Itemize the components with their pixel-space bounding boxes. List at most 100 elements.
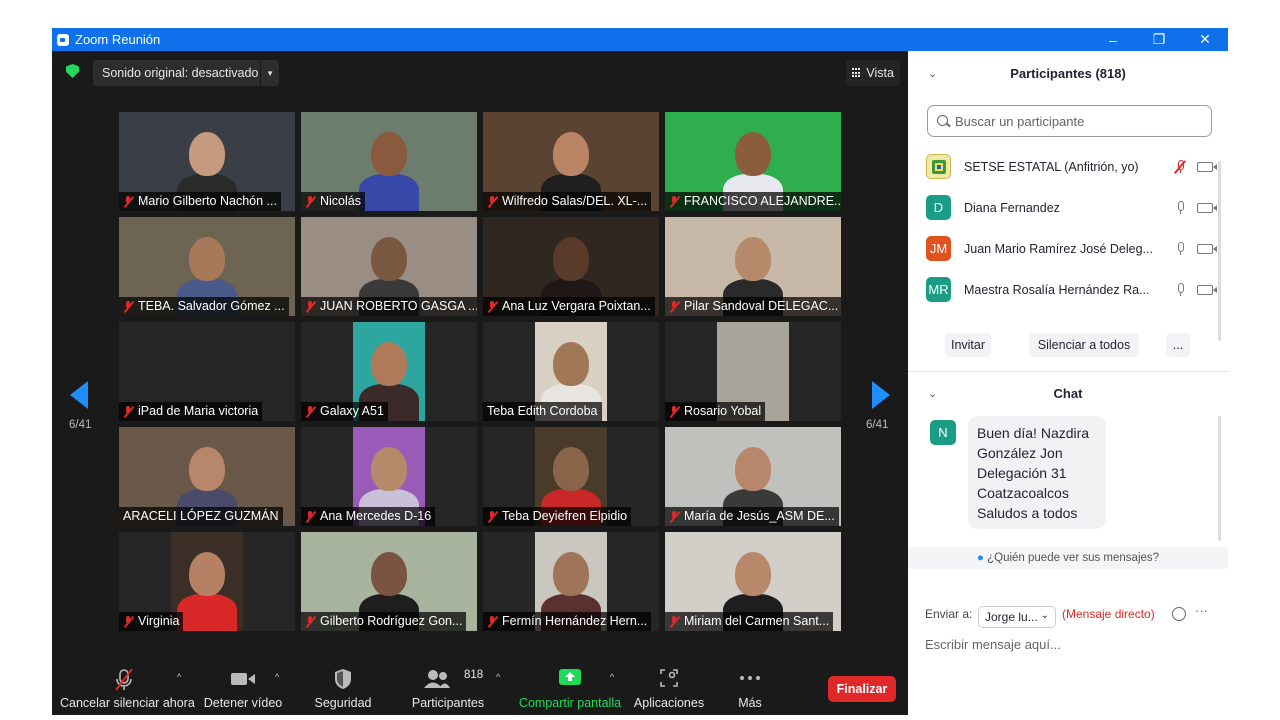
invite-button[interactable]: Invitar	[945, 333, 991, 357]
participant-row[interactable]: JM Juan Mario Ramírez José Deleg...	[926, 228, 1217, 269]
video-tile[interactable]: Gilberto Rodríguez Gon...	[301, 532, 477, 631]
participant-face	[735, 447, 771, 491]
unmute-label: Cancelar silenciar ahora	[60, 696, 195, 710]
video-tile[interactable]: Ana Luz Vergara Poixtan...	[483, 217, 659, 316]
participant-face	[735, 552, 771, 596]
view-button[interactable]: Vista	[846, 60, 900, 86]
emoji-icon[interactable]	[1172, 607, 1186, 621]
microphone-muted-icon	[305, 510, 316, 523]
microphone-muted-icon	[487, 300, 498, 313]
microphone-muted-icon[interactable]	[1174, 159, 1186, 174]
video-tile[interactable]: Fermín Hernández Hern...	[483, 532, 659, 631]
participant-name: Mario Gilberto Nachón ...	[138, 194, 277, 208]
participant-body	[359, 174, 419, 211]
chevron-down-icon[interactable]: ▼	[266, 69, 274, 78]
video-tile[interactable]: iPad de Maria victoria	[119, 322, 295, 421]
close-button[interactable]: ✕	[1182, 28, 1228, 51]
share-screen-button[interactable]: Compartir pantalla	[518, 662, 622, 715]
video-tile[interactable]: Teba Deyiefren Elpidio	[483, 427, 659, 526]
chat-scrollbar[interactable]	[1218, 416, 1221, 541]
zoom-window: Zoom Reunión – ❐ ✕ Sonido original: desa…	[52, 28, 1228, 715]
video-tile[interactable]: Pilar Sandoval DELEGAC...	[665, 217, 841, 316]
end-meeting-button[interactable]: Finalizar	[828, 676, 896, 702]
audio-options-chevron-icon[interactable]: ^	[177, 672, 181, 682]
participant-row-partial[interactable]	[926, 310, 1216, 317]
video-tile[interactable]: Mario Gilberto Nachón ...	[119, 112, 295, 211]
share-options-chevron-icon[interactable]: ^	[610, 672, 614, 682]
video-tile[interactable]: Galaxy A51	[301, 322, 477, 421]
microphone-muted-icon	[487, 510, 498, 523]
microphone-muted-icon	[669, 195, 680, 208]
participants-button[interactable]: 818 Participantes	[404, 662, 492, 715]
recipient-select[interactable]: Jorge lu... ⌄	[978, 606, 1056, 628]
chat-more-icon[interactable]: ···	[1195, 603, 1208, 618]
apps-label: Aplicaciones	[633, 696, 705, 710]
video-tile[interactable]: Nicolás	[301, 112, 477, 211]
message-line: González Jon	[977, 445, 1063, 461]
participant-name: Teba Edith Cordoba	[487, 404, 598, 418]
who-can-see-link[interactable]: ● ¿Quién puede ver sus mensajes?	[908, 547, 1228, 569]
chat-message-input[interactable]: Escribir mensaje aquí...	[925, 637, 1061, 652]
participant-name-label: Ana Mercedes D-16	[301, 507, 436, 526]
microphone-icon[interactable]	[1175, 200, 1185, 215]
participant-name: Galaxy A51	[320, 404, 384, 418]
camera-icon[interactable]	[1197, 243, 1217, 254]
camera-icon[interactable]	[1197, 284, 1217, 295]
original-sound-button[interactable]: Sonido original: desactivado ▼	[93, 60, 279, 86]
participant-name-label: María de Jesús_ASM DE...	[665, 507, 839, 526]
restore-button[interactable]: ❐	[1136, 28, 1182, 51]
participant-name: iPad de Maria victoria	[138, 404, 259, 418]
participant-search-input[interactable]: Buscar un participante	[927, 105, 1212, 137]
setse-logo-icon	[931, 159, 946, 174]
more-button[interactable]: Más	[726, 662, 774, 715]
camera-icon[interactable]	[1197, 161, 1217, 172]
participant-row[interactable]: MR Maestra Rosalía Hernández Ra...	[926, 269, 1217, 310]
participants-icon	[424, 670, 451, 688]
participant-name-label: Nicolás	[301, 192, 365, 211]
camera-icon[interactable]	[1197, 202, 1217, 213]
participant-name-label: JUAN ROBERTO GASGA ...	[301, 297, 477, 316]
previous-page-arrow-icon[interactable]	[70, 381, 88, 409]
mute-all-button[interactable]: Silenciar a todos	[1029, 333, 1139, 357]
meeting-top-bar: Sonido original: desactivado ▼ Vista	[52, 51, 908, 91]
video-tile[interactable]: ARACELI LÓPEZ GUZMÁN	[119, 427, 295, 526]
video-options-chevron-icon[interactable]: ^	[275, 672, 279, 682]
participant-name: Maestra Rosalía Hernández Ra...	[964, 282, 1150, 297]
video-tile[interactable]: Virginia	[119, 532, 295, 631]
encryption-shield-icon[interactable]	[66, 64, 79, 78]
video-tile[interactable]: Wilfredo Salas/DEL. XL-...	[483, 112, 659, 211]
minimize-button[interactable]: –	[1090, 28, 1136, 51]
microphone-icon[interactable]	[1175, 282, 1185, 297]
participant-name-label: Wilfredo Salas/DEL. XL-...	[483, 192, 652, 211]
video-tile[interactable]: Miriam del Carmen Sant...	[665, 532, 841, 631]
microphone-muted-icon	[115, 668, 133, 691]
video-tile[interactable]: JUAN ROBERTO GASGA ...	[301, 217, 477, 316]
video-tile[interactable]: Teba Edith Cordoba	[483, 322, 659, 421]
video-tile[interactable]: Ana Mercedes D-16	[301, 427, 477, 526]
video-tile[interactable]: María de Jesús_ASM DE...	[665, 427, 841, 526]
stop-video-button[interactable]: Detener vídeo	[200, 662, 286, 715]
next-page-arrow-icon[interactable]	[872, 381, 890, 409]
video-tile[interactable]: TEBA. Salvador Gómez ...	[119, 217, 295, 316]
collapse-chevron-icon[interactable]: ⌄	[928, 61, 937, 87]
chevron-down-icon: ⌄	[1040, 610, 1049, 621]
participants-scrollbar[interactable]	[1218, 161, 1221, 341]
participants-more-button[interactable]: ...	[1166, 333, 1190, 357]
participant-row[interactable]: SETSE ESTATAL (Anfitrión, yo)	[926, 146, 1217, 187]
security-button[interactable]: Seguridad	[307, 662, 379, 715]
participant-face	[189, 237, 225, 281]
participant-name-label: Fermín Hernández Hern...	[483, 612, 652, 631]
unmute-button[interactable]: Cancelar silenciar ahora	[60, 662, 195, 715]
avatar: MR	[926, 277, 951, 302]
participants-title: Participantes (818)	[1010, 66, 1126, 81]
participants-count-badge: 818	[464, 669, 484, 681]
apps-button[interactable]: Aplicaciones	[632, 662, 706, 715]
microphone-icon[interactable]	[1175, 241, 1185, 256]
participant-row[interactable]: D Diana Fernandez	[926, 187, 1217, 228]
microphone-muted-icon	[305, 195, 316, 208]
video-tile[interactable]: Rosario Yobal	[665, 322, 841, 421]
video-tile[interactable]: FRANCISCO ALEJANDRE...	[665, 112, 841, 211]
participants-options-chevron-icon[interactable]: ^	[496, 672, 500, 682]
microphone-muted-icon	[487, 615, 498, 628]
collapse-chevron-icon[interactable]: ⌄	[928, 381, 937, 407]
